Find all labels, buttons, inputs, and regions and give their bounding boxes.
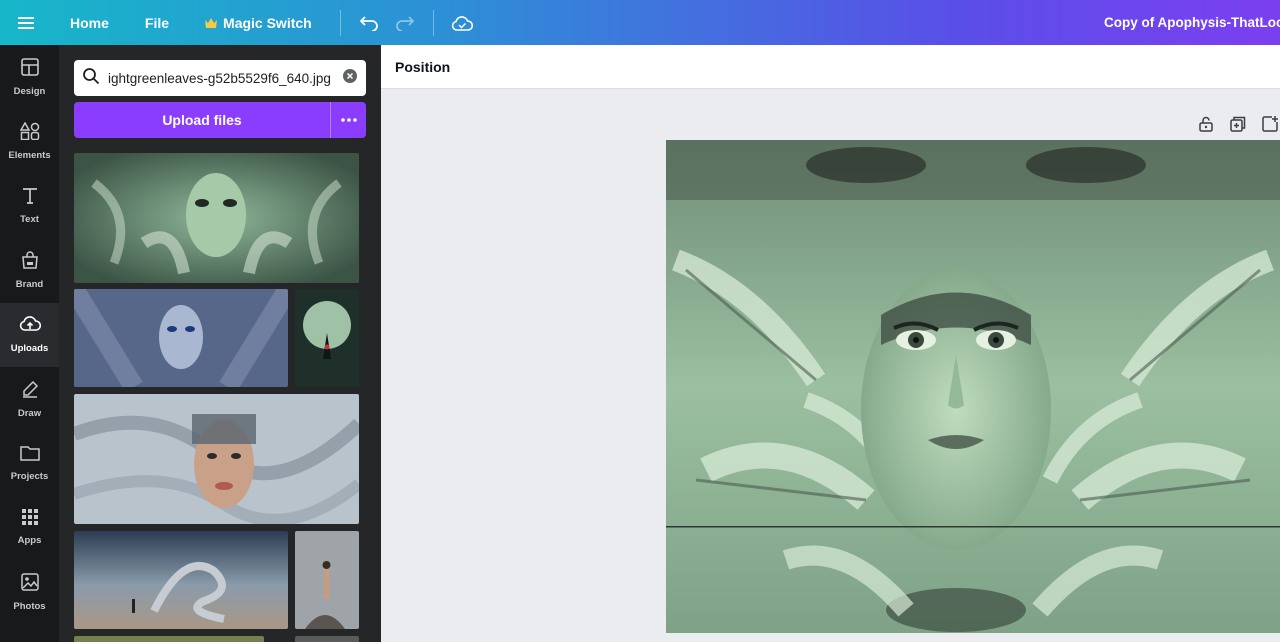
more-options-icon[interactable]	[330, 102, 366, 138]
nav-uploads[interactable]: Uploads	[0, 302, 59, 367]
position-button[interactable]: Position	[395, 59, 450, 75]
context-toolbar: Position	[381, 45, 1280, 89]
upload-controls: Upload files	[74, 102, 366, 138]
document-title[interactable]: Copy of Apophysis-ThatLook	[1104, 0, 1280, 45]
search-box[interactable]: ightgreenleaves-g52b5529f6_640.jpg	[74, 60, 366, 96]
layout-icon	[20, 57, 39, 81]
top-bar: Home File Magic Switch Copy of Apophysis…	[0, 0, 1280, 45]
upload-files-button[interactable]: Upload files	[74, 102, 330, 138]
clear-icon[interactable]	[342, 68, 358, 89]
side-nav: Design Elements Text Brand Uploads Draw …	[0, 45, 59, 642]
page-tools	[1195, 113, 1280, 135]
nav-label: Projects	[10, 471, 49, 483]
brand-icon	[20, 251, 40, 274]
upload-thumbnail[interactable]	[74, 531, 288, 629]
nav-draw[interactable]: Draw	[0, 367, 59, 431]
nav-label: Brand	[15, 278, 44, 290]
folder-icon	[19, 445, 40, 466]
add-page-icon[interactable]	[1259, 113, 1280, 135]
nav-label: Photos	[13, 600, 46, 612]
cloud-upload-icon	[19, 315, 41, 338]
upload-thumbnail[interactable]	[74, 153, 359, 283]
divider	[432, 9, 434, 36]
duplicate-page-icon[interactable]	[1227, 113, 1249, 135]
nav-label: Design	[13, 85, 46, 97]
nav-design[interactable]: Design	[0, 45, 59, 109]
text-icon	[21, 186, 39, 209]
lock-icon[interactable]	[1195, 113, 1217, 135]
magic-switch-label: Magic Switch	[223, 14, 312, 31]
shapes-icon	[19, 121, 40, 145]
crown-icon	[205, 15, 218, 31]
upload-thumbnail[interactable]	[295, 531, 359, 629]
upload-thumbnail[interactable]	[74, 289, 288, 387]
nav-label: Text	[20, 214, 39, 226]
nav-label: Uploads	[10, 343, 49, 355]
undo-icon[interactable]	[351, 0, 387, 45]
nav-photos[interactable]: Photos	[0, 560, 59, 624]
home-button[interactable]: Home	[52, 0, 127, 45]
upload-thumbnail[interactable]	[295, 289, 359, 387]
pen-icon	[21, 380, 39, 403]
nav-elements[interactable]: Elements	[0, 109, 59, 173]
redo-icon[interactable]	[387, 0, 423, 45]
nav-brand[interactable]: Brand	[0, 238, 59, 302]
editor-area: Position	[381, 45, 1280, 642]
nav-apps[interactable]: Apps	[0, 496, 59, 560]
upload-thumbnail[interactable]	[295, 636, 359, 642]
uploads-panel: ightgreenleaves-g52b5529f6_640.jpg Uploa…	[59, 45, 381, 642]
nav-text[interactable]: Text	[0, 174, 59, 238]
nav-projects[interactable]: Projects	[0, 431, 59, 495]
menu-icon[interactable]	[0, 0, 52, 45]
upload-thumbnail[interactable]	[74, 636, 264, 642]
file-menu-button[interactable]: File	[127, 0, 187, 45]
search-icon	[82, 67, 100, 90]
design-canvas[interactable]	[666, 140, 1280, 633]
nav-label: Apps	[17, 535, 42, 547]
cloud-saved-icon[interactable]	[444, 0, 480, 45]
grid-icon	[21, 509, 38, 530]
nav-label: Elements	[8, 150, 51, 162]
search-input[interactable]: ightgreenleaves-g52b5529f6_640.jpg	[108, 71, 342, 86]
image-icon	[20, 573, 39, 596]
divider	[339, 9, 341, 36]
upload-thumbnail[interactable]	[74, 394, 359, 524]
magic-switch-button[interactable]: Magic Switch	[187, 0, 330, 45]
nav-label: Draw	[17, 407, 42, 419]
